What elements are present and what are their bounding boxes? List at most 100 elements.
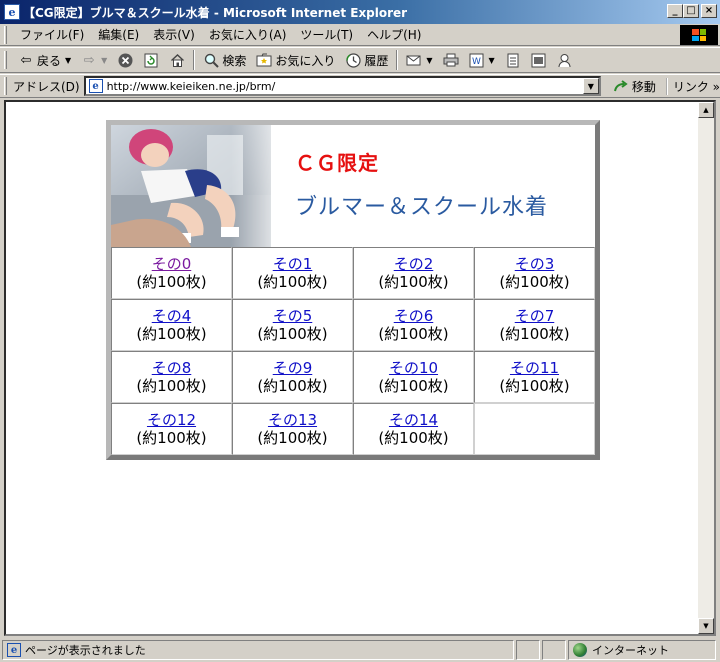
back-arrow-icon: ⇦: [20, 52, 32, 68]
gallery-link-11[interactable]: その11: [510, 359, 559, 377]
menu-file[interactable]: ファイル(F): [13, 24, 91, 45]
mail-button[interactable]: ▼: [401, 50, 437, 70]
status-message: ページが表示されました: [25, 644, 146, 657]
gallery-link-12[interactable]: その12: [147, 411, 196, 429]
discuss-button[interactable]: [500, 50, 526, 70]
messenger-user-icon: [557, 52, 573, 68]
messenger-button[interactable]: [552, 50, 578, 70]
gallery-count: (約100枚): [499, 376, 570, 395]
chevron-down-icon[interactable]: ▼: [101, 56, 107, 65]
gallery-link-1[interactable]: その1: [273, 255, 313, 273]
gallery-cell: その14 (約100枚): [353, 403, 474, 455]
toolbar-grip[interactable]: [4, 51, 7, 69]
scroll-up-button[interactable]: ▲: [698, 102, 714, 118]
menu-edit[interactable]: 編集(E): [91, 24, 146, 45]
search-label: 検索: [222, 53, 247, 68]
home-icon: [169, 52, 185, 68]
window-title: 【CG限定】ブルマ＆スクール水着 - Microsoft Internet Ex…: [23, 5, 408, 20]
chevron-down-icon[interactable]: ▼: [65, 56, 71, 65]
vertical-scrollbar[interactable]: ▲ ▼: [698, 102, 714, 634]
favorites-button[interactable]: お気に入り: [251, 50, 340, 71]
gallery-cell-empty: [474, 403, 595, 455]
go-button[interactable]: 移動: [607, 78, 662, 95]
gallery-cell: その7 (約100枚): [474, 299, 595, 351]
forward-arrow-icon: ⇨: [83, 52, 95, 68]
status-message-pane: e ページが表示されました: [2, 640, 514, 660]
status-pane-lock: [542, 640, 566, 660]
history-button[interactable]: 履歴: [340, 50, 393, 71]
status-zone-pane[interactable]: インターネット: [568, 640, 716, 660]
internet-globe-icon: [573, 643, 587, 657]
address-dropdown-button[interactable]: ▼: [582, 78, 599, 94]
gallery-cell: その12 (約100枚): [111, 403, 232, 455]
research-button[interactable]: [526, 50, 552, 70]
forward-button[interactable]: ⇨ ▼: [76, 50, 112, 70]
menu-view[interactable]: 表示(V): [146, 24, 202, 45]
gallery-link-8[interactable]: その8: [152, 359, 192, 377]
address-input[interactable]: e http://www.keieiken.ne.jp/brm/ ▼: [83, 76, 601, 96]
maximize-button[interactable]: □: [683, 4, 699, 18]
window-controls: _ □ ×: [667, 4, 717, 18]
gallery-cell: その5 (約100枚): [232, 299, 353, 351]
menu-help[interactable]: ヘルプ(H): [360, 24, 428, 45]
minimize-button[interactable]: _: [667, 4, 683, 18]
gallery-cell: その0 (約100枚): [111, 247, 232, 299]
gallery-link-9[interactable]: その9: [273, 359, 313, 377]
gallery-link-3[interactable]: その3: [515, 255, 555, 273]
search-icon: [203, 52, 219, 68]
gallery-link-7[interactable]: その7: [515, 307, 555, 325]
gallery-link-2[interactable]: その2: [394, 255, 434, 273]
gallery-link-14[interactable]: その14: [389, 411, 438, 429]
menu-favorites[interactable]: お気に入り(A): [202, 24, 294, 45]
gallery-link-10[interactable]: その10: [389, 359, 438, 377]
gallery-link-13[interactable]: その13: [268, 411, 317, 429]
refresh-button[interactable]: [138, 50, 164, 70]
close-button[interactable]: ×: [701, 4, 717, 18]
scroll-down-button[interactable]: ▼: [698, 618, 714, 634]
edit-button[interactable]: W ▼: [464, 50, 500, 70]
favorites-folder-icon: [256, 52, 272, 68]
window-title-bar[interactable]: e 【CG限定】ブルマ＆スクール水着 - Microsoft Internet …: [0, 0, 720, 24]
gallery-cell: その8 (約100枚): [111, 351, 232, 403]
gallery-link-0[interactable]: その0: [152, 255, 192, 273]
gallery-count: (約100枚): [378, 428, 449, 447]
gallery-count: (約100枚): [136, 376, 207, 395]
gallery-table: ＣＧ限定 ブルマー＆スクール水着 その0 (約100枚) その1 (約100枚) そ…: [106, 120, 600, 460]
ie-icon: e: [4, 4, 20, 20]
status-zone: インターネット: [592, 644, 669, 657]
gallery-cell: その9 (約100枚): [232, 351, 353, 403]
gallery-cell: その1 (約100枚): [232, 247, 353, 299]
go-label: 移動: [631, 79, 656, 94]
windows-logo-icon: [680, 25, 718, 45]
research-icon: [531, 52, 547, 68]
gallery-link-6[interactable]: その6: [394, 307, 434, 325]
menu-grip[interactable]: [4, 25, 7, 44]
gallery-link-4[interactable]: その4: [152, 307, 192, 325]
gallery-cell: その4 (約100枚): [111, 299, 232, 351]
stop-button[interactable]: [112, 50, 138, 70]
gallery-cell: その2 (約100枚): [353, 247, 474, 299]
address-url[interactable]: http://www.keieiken.ne.jp/brm/: [107, 80, 276, 93]
chevron-down-icon[interactable]: ▼: [489, 56, 495, 65]
links-button[interactable]: リンク »: [665, 77, 720, 95]
home-button[interactable]: [164, 50, 190, 70]
gallery-count: (約100枚): [136, 428, 207, 447]
gallery-cell: その10 (約100枚): [353, 351, 474, 403]
page-done-icon: e: [7, 643, 21, 657]
menu-bar: ファイル(F) 編集(E) 表示(V) お気に入り(A) ツール(T) ヘルプ(…: [0, 24, 720, 46]
address-grip[interactable]: [4, 77, 7, 95]
menu-tools[interactable]: ツール(T): [293, 24, 360, 45]
gallery-link-5[interactable]: その5: [273, 307, 313, 325]
gallery-count: (約100枚): [378, 272, 449, 291]
search-button[interactable]: 検索: [198, 50, 251, 71]
printer-icon: [443, 52, 459, 68]
print-button[interactable]: [438, 50, 464, 70]
back-button[interactable]: ⇦ 戻る ▼: [13, 50, 76, 71]
gallery-cell: その11 (約100枚): [474, 351, 595, 403]
status-pane-progress: [516, 640, 540, 660]
banner-title: ＣＧ限定: [295, 151, 379, 175]
gallery-cell: その3 (約100枚): [474, 247, 595, 299]
chevron-down-icon[interactable]: ▼: [426, 56, 432, 65]
word-edit-icon: W: [469, 52, 485, 68]
page-viewport[interactable]: ＣＧ限定 ブルマー＆スクール水着 その0 (約100枚) その1 (約100枚) そ…: [4, 100, 716, 636]
